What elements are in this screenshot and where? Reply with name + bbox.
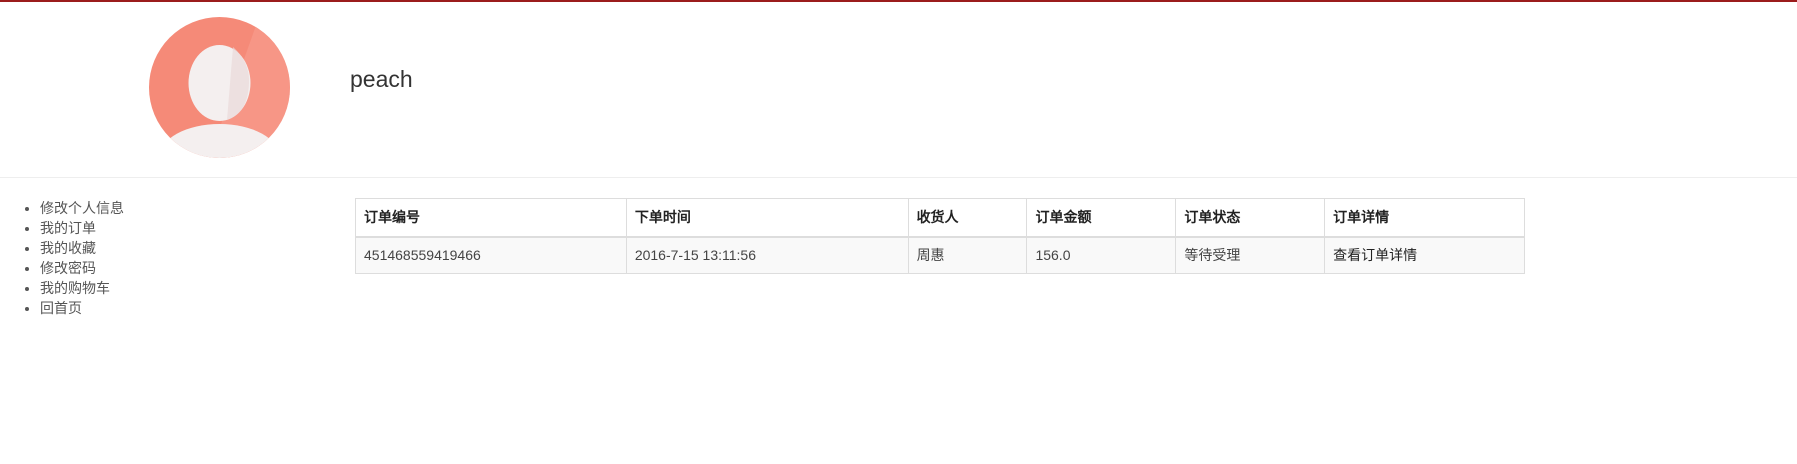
account-sidebar: 修改个人信息 我的订单 我的收藏 修改密码 我的购物车 回首页 bbox=[0, 198, 124, 318]
order-id-cell: 451468559419466 bbox=[355, 236, 627, 274]
column-header-order-id: 订单编号 bbox=[355, 198, 627, 238]
column-header-receiver: 收货人 bbox=[907, 198, 1028, 238]
sidebar-item-edit-profile: 修改个人信息 bbox=[40, 198, 124, 218]
orders-table: 订单编号 下单时间 收货人 订单金额 订单状态 订单详情 45146855941… bbox=[355, 198, 1525, 274]
order-time-cell: 2016-7-15 13:11:56 bbox=[625, 236, 909, 274]
user-avatar-icon bbox=[149, 17, 290, 158]
orders-header-row: 订单编号 下单时间 收货人 订单金额 订单状态 订单详情 bbox=[355, 198, 1525, 238]
sidebar-link-my-orders[interactable]: 我的订单 bbox=[40, 220, 96, 236]
receiver-cell: 周惠 bbox=[907, 236, 1028, 274]
sidebar-link-favorites[interactable]: 我的收藏 bbox=[40, 240, 96, 256]
column-header-status: 订单状态 bbox=[1175, 198, 1326, 238]
view-order-detail-link[interactable]: 查看订单详情 bbox=[1333, 247, 1417, 263]
amount-cell: 156.0 bbox=[1026, 236, 1177, 274]
column-header-order-time: 下单时间 bbox=[625, 198, 909, 238]
detail-cell: 查看订单详情 bbox=[1324, 236, 1525, 274]
profile-header: peach bbox=[0, 2, 1797, 178]
sidebar-link-change-password[interactable]: 修改密码 bbox=[40, 260, 96, 276]
sidebar-item-change-password: 修改密码 bbox=[40, 258, 124, 278]
username: peach bbox=[350, 66, 413, 92]
sidebar-item-cart: 我的购物车 bbox=[40, 278, 124, 298]
sidebar-item-my-orders: 我的订单 bbox=[40, 218, 124, 238]
sidebar-link-cart[interactable]: 我的购物车 bbox=[40, 280, 110, 296]
status-cell: 等待受理 bbox=[1175, 236, 1326, 274]
column-header-detail: 订单详情 bbox=[1324, 198, 1525, 238]
column-header-amount: 订单金额 bbox=[1026, 198, 1177, 238]
sidebar-item-home: 回首页 bbox=[40, 298, 124, 318]
sidebar-link-home[interactable]: 回首页 bbox=[40, 300, 82, 316]
sidebar-link-edit-profile[interactable]: 修改个人信息 bbox=[40, 200, 124, 216]
sidebar-item-favorites: 我的收藏 bbox=[40, 238, 124, 258]
table-row: 451468559419466 2016-7-15 13:11:56 周惠 15… bbox=[355, 236, 1525, 274]
